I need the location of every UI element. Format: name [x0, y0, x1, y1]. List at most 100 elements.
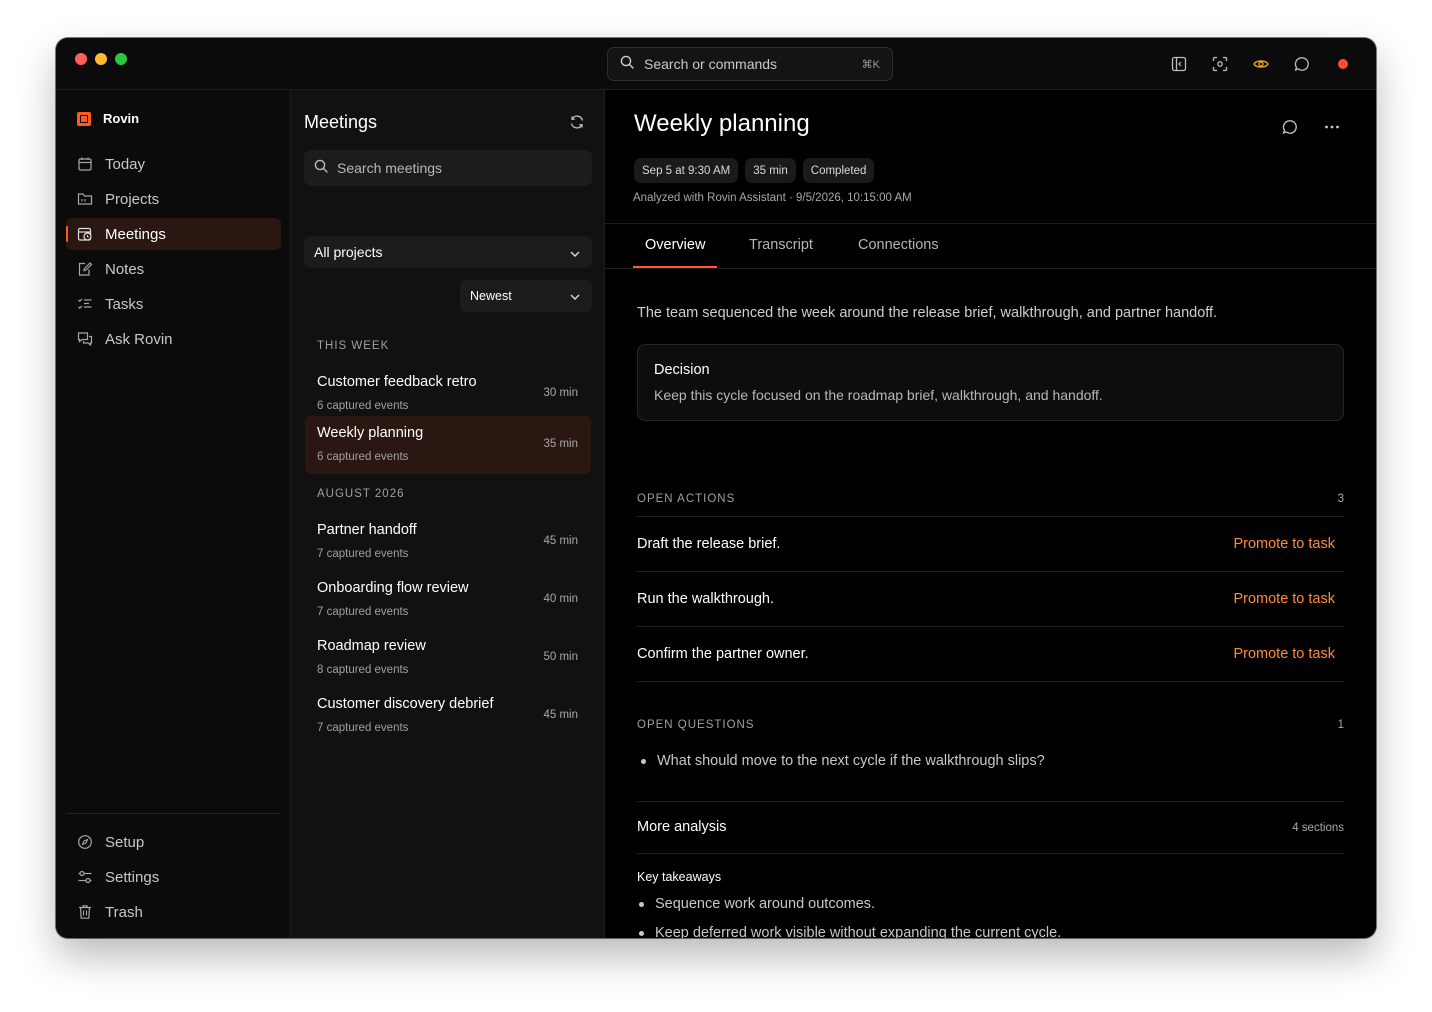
divider [637, 571, 1344, 572]
promote-to-task-button[interactable]: Promote to task [1233, 646, 1335, 662]
sidebar-item-label: Meetings [105, 225, 166, 243]
meeting-item[interactable]: Customer discovery debrief 7 captured ev… [305, 687, 591, 743]
takeaway-text: Sequence work around outcomes. [655, 896, 876, 912]
more-options-icon[interactable] [1323, 118, 1341, 136]
tabs-top-divider [605, 223, 1376, 224]
sidebar-item-notes[interactable]: Notes [66, 253, 281, 285]
divider [637, 801, 1344, 802]
sidebar-item-today[interactable]: Today [66, 148, 281, 180]
meeting-duration: 30 min [543, 387, 578, 399]
meeting-item[interactable]: Roadmap review 8 captured events 50 min [305, 629, 591, 685]
sidebar-item-label: Notes [105, 260, 145, 278]
meeting-duration: 40 min [543, 593, 578, 605]
sidebar-divider [66, 813, 281, 814]
meeting-meta-chips: Sep 5 at 9:30 AM 35 min Completed [634, 158, 875, 183]
takeaway-item: Keep deferred work visible without expan… [639, 925, 1061, 938]
eye-icon[interactable] [1252, 55, 1270, 73]
status-chip: Completed [802, 158, 875, 183]
meeting-title: Partner handoff [317, 522, 417, 538]
rovin-logo-icon [77, 111, 91, 126]
meeting-title: Onboarding flow review [317, 580, 469, 596]
search-meetings-placeholder: Search meetings [337, 160, 443, 176]
meeting-item[interactable]: Customer feedback retro 6 captured event… [305, 365, 591, 421]
chevron-down-icon [570, 289, 580, 303]
chat-bubbles-icon [77, 331, 93, 347]
divider [637, 681, 1344, 682]
meeting-duration: 35 min [543, 438, 578, 450]
more-analysis-toggle[interactable]: More analysis [637, 819, 726, 835]
sidebar-toggle-icon[interactable] [1170, 55, 1188, 73]
meeting-events: 8 captured events [317, 664, 409, 676]
action-item: Confirm the partner owner. [637, 646, 809, 662]
decision-label: Decision [654, 362, 710, 378]
sidebar-item-settings[interactable]: Settings [66, 861, 281, 893]
sidebar-item-label: Setup [105, 833, 145, 851]
refresh-icon[interactable] [569, 114, 585, 130]
promote-to-task-button[interactable]: Promote to task [1233, 536, 1335, 552]
tabs-bottom-divider [605, 268, 1376, 269]
question-item: What should move to the next cycle if th… [641, 753, 1045, 769]
bullet-icon [639, 901, 644, 907]
shortcut-hint: ⌘K [861, 58, 880, 71]
sidebar-item-trash[interactable]: Trash [66, 896, 281, 928]
meeting-events: 7 captured events [317, 722, 409, 734]
folder-icon [77, 191, 93, 207]
project-filter-select[interactable]: All projects [304, 236, 592, 268]
meeting-title: Customer feedback retro [317, 374, 477, 390]
analyzed-note: Analyzed with Rovin Assistant · 9/5/2026… [633, 192, 912, 204]
action-item: Run the walkthrough. [637, 591, 775, 607]
chat-icon[interactable] [1293, 55, 1311, 73]
app-window: Search or commands ⌘K Rovin Today Projec… [56, 38, 1376, 938]
bullet-icon [641, 758, 646, 764]
sidebar: Rovin Today Projects Meetings Notes Task… [56, 90, 291, 938]
question-text: What should move to the next cycle if th… [657, 753, 1045, 769]
meeting-events: 7 captured events [317, 548, 409, 560]
sidebar-item-projects[interactable]: Projects [66, 183, 281, 215]
meeting-events: 6 captured events [317, 400, 409, 412]
open-actions-label: OPEN ACTIONS [637, 493, 736, 505]
meetings-list-panel: Meetings Search meetings All projects Ne… [291, 90, 605, 938]
sidebar-item-label: Today [105, 155, 146, 173]
decision-card: Decision Keep this cycle focused on the … [637, 344, 1344, 421]
search-meetings-input[interactable]: Search meetings [304, 150, 592, 186]
command-search[interactable]: Search or commands ⌘K [607, 47, 893, 81]
group-label-august-2026: AUGUST 2026 [317, 488, 405, 500]
brand: Rovin [77, 111, 139, 126]
meeting-summary: The team sequenced the week around the r… [637, 305, 1218, 321]
sidebar-item-meetings[interactable]: Meetings [66, 218, 281, 250]
close-window-button[interactable] [75, 53, 87, 65]
meeting-item[interactable]: Onboarding flow review 7 captured events… [305, 571, 591, 627]
meeting-detail: Weekly planning Sep 5 at 9:30 AM 35 min … [605, 90, 1376, 938]
tab-transcript[interactable]: Transcript [749, 237, 813, 253]
meeting-item-selected[interactable]: Weekly planning 6 captured events 35 min [305, 416, 591, 474]
sidebar-item-label: Trash [105, 903, 143, 921]
meeting-title: Weekly planning [317, 425, 424, 441]
tab-connections[interactable]: Connections [858, 237, 939, 253]
sort-value: Newest [470, 289, 512, 303]
meeting-item[interactable]: Partner handoff 7 captured events 45 min [305, 513, 591, 569]
capture-icon[interactable] [1211, 55, 1229, 73]
comment-icon[interactable] [1281, 118, 1299, 136]
key-takeaways-title: Key takeaways [637, 870, 722, 884]
sort-select[interactable]: Newest [460, 280, 592, 312]
chevron-down-icon [570, 244, 580, 260]
sliders-icon [77, 869, 93, 885]
sidebar-item-label: Projects [105, 190, 160, 208]
meeting-duration: 45 min [543, 535, 578, 547]
sidebar-item-ask-rovin[interactable]: Ask Rovin [66, 323, 281, 355]
list-title: Meetings [304, 112, 378, 132]
sidebar-item-setup[interactable]: Setup [66, 826, 281, 858]
brand-name: Rovin [103, 111, 140, 126]
tab-overview[interactable]: Overview [645, 237, 705, 253]
meeting-events: 7 captured events [317, 606, 409, 618]
promote-to-task-button[interactable]: Promote to task [1233, 591, 1335, 607]
meeting-title: Roadmap review [317, 638, 426, 654]
sidebar-item-label: Settings [105, 868, 160, 886]
record-dot-icon[interactable] [1334, 55, 1352, 73]
minimize-window-button[interactable] [95, 53, 107, 65]
more-analysis-count: 4 sections [1292, 822, 1344, 834]
sidebar-item-tasks[interactable]: Tasks [66, 288, 281, 320]
zoom-window-button[interactable] [115, 53, 127, 65]
note-icon [77, 261, 93, 277]
takeaway-item: Sequence work around outcomes. [639, 896, 875, 912]
